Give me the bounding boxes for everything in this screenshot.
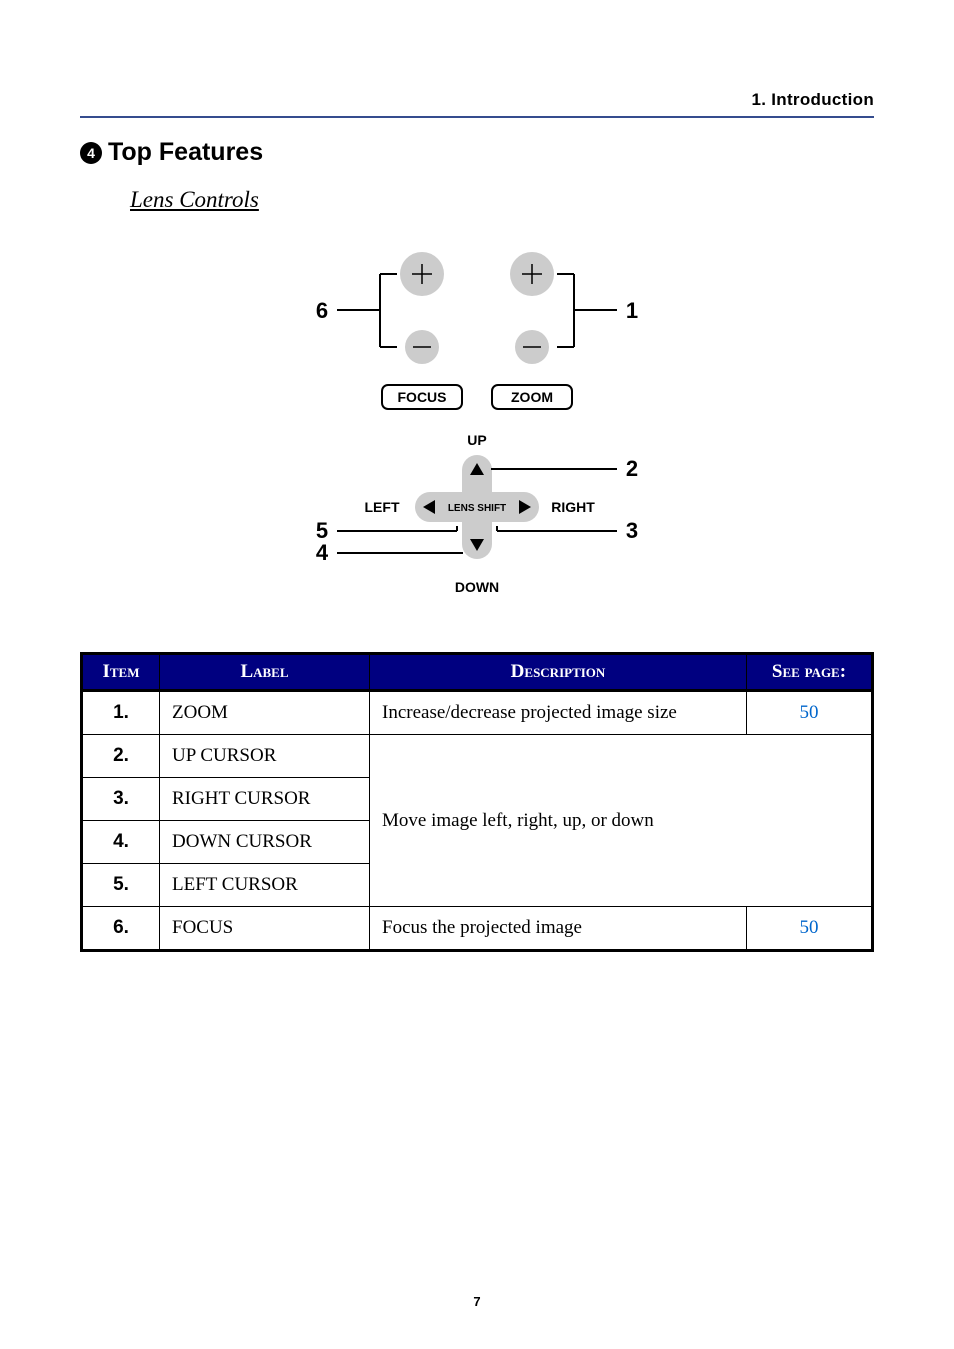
cell-label: LEFT CURSOR — [160, 864, 370, 907]
page-number: 7 — [0, 1294, 954, 1309]
heading-number-circle: 4 — [80, 142, 102, 164]
cell-label: ZOOM — [160, 691, 370, 735]
cell-label: UP CURSOR — [160, 735, 370, 778]
th-label: Label — [160, 654, 370, 691]
table-row: 1. ZOOM Increase/decrease projected imag… — [82, 691, 873, 735]
cell-item: 4. — [82, 821, 160, 864]
header-rule — [80, 116, 874, 118]
heading-text: Top Features — [108, 138, 263, 166]
zoom-label: ZOOM — [511, 389, 553, 405]
cell-page-link[interactable]: 50 — [747, 691, 873, 735]
callout-6: 6 — [316, 298, 328, 323]
cell-desc: Increase/decrease projected image size — [370, 691, 747, 735]
cell-label: RIGHT CURSOR — [160, 778, 370, 821]
cell-desc: Focus the projected image — [370, 907, 747, 951]
callout-4: 4 — [316, 540, 329, 565]
th-description: Description — [370, 654, 747, 691]
lens-shift-label: LENS SHIFT — [448, 503, 506, 514]
cell-item: 1. — [82, 691, 160, 735]
up-label: UP — [467, 432, 486, 448]
right-label: RIGHT — [551, 499, 595, 515]
cell-item: 5. — [82, 864, 160, 907]
left-label: LEFT — [365, 499, 400, 515]
focus-label: FOCUS — [398, 389, 447, 405]
diagram-svg: FOCUS ZOOM 6 1 UP LENS SHIFT — [237, 237, 717, 617]
cell-label: FOCUS — [160, 907, 370, 951]
section-heading: 4 Top Features — [80, 138, 874, 167]
table-row: 6. FOCUS Focus the projected image 50 — [82, 907, 873, 951]
th-see-page: See page: — [747, 654, 873, 691]
down-label: DOWN — [455, 579, 499, 595]
th-item: Item — [82, 654, 160, 691]
subheading: Lens Controls — [130, 187, 874, 213]
table-header-row: Item Label Description See page: — [82, 654, 873, 691]
callout-2: 2 — [626, 456, 638, 481]
lens-controls-diagram: FOCUS ZOOM 6 1 UP LENS SHIFT — [80, 237, 874, 622]
table-row: 2. UP CURSOR Move image left, right, up,… — [82, 735, 873, 778]
cell-item: 2. — [82, 735, 160, 778]
cell-label: DOWN CURSOR — [160, 821, 370, 864]
lens-shift-cross: LENS SHIFT — [415, 455, 539, 559]
cell-page-link[interactable]: 50 — [747, 907, 873, 951]
features-table: Item Label Description See page: 1. ZOOM… — [80, 652, 874, 952]
cell-desc-merged: Move image left, right, up, or down — [370, 735, 873, 907]
cell-item: 3. — [82, 778, 160, 821]
chapter-title: 1. Introduction — [80, 90, 874, 110]
cell-item: 6. — [82, 907, 160, 951]
callout-3: 3 — [626, 518, 638, 543]
page: 1. Introduction 4 Top Features Lens Contr… — [0, 0, 954, 1349]
callout-1: 1 — [626, 298, 638, 323]
